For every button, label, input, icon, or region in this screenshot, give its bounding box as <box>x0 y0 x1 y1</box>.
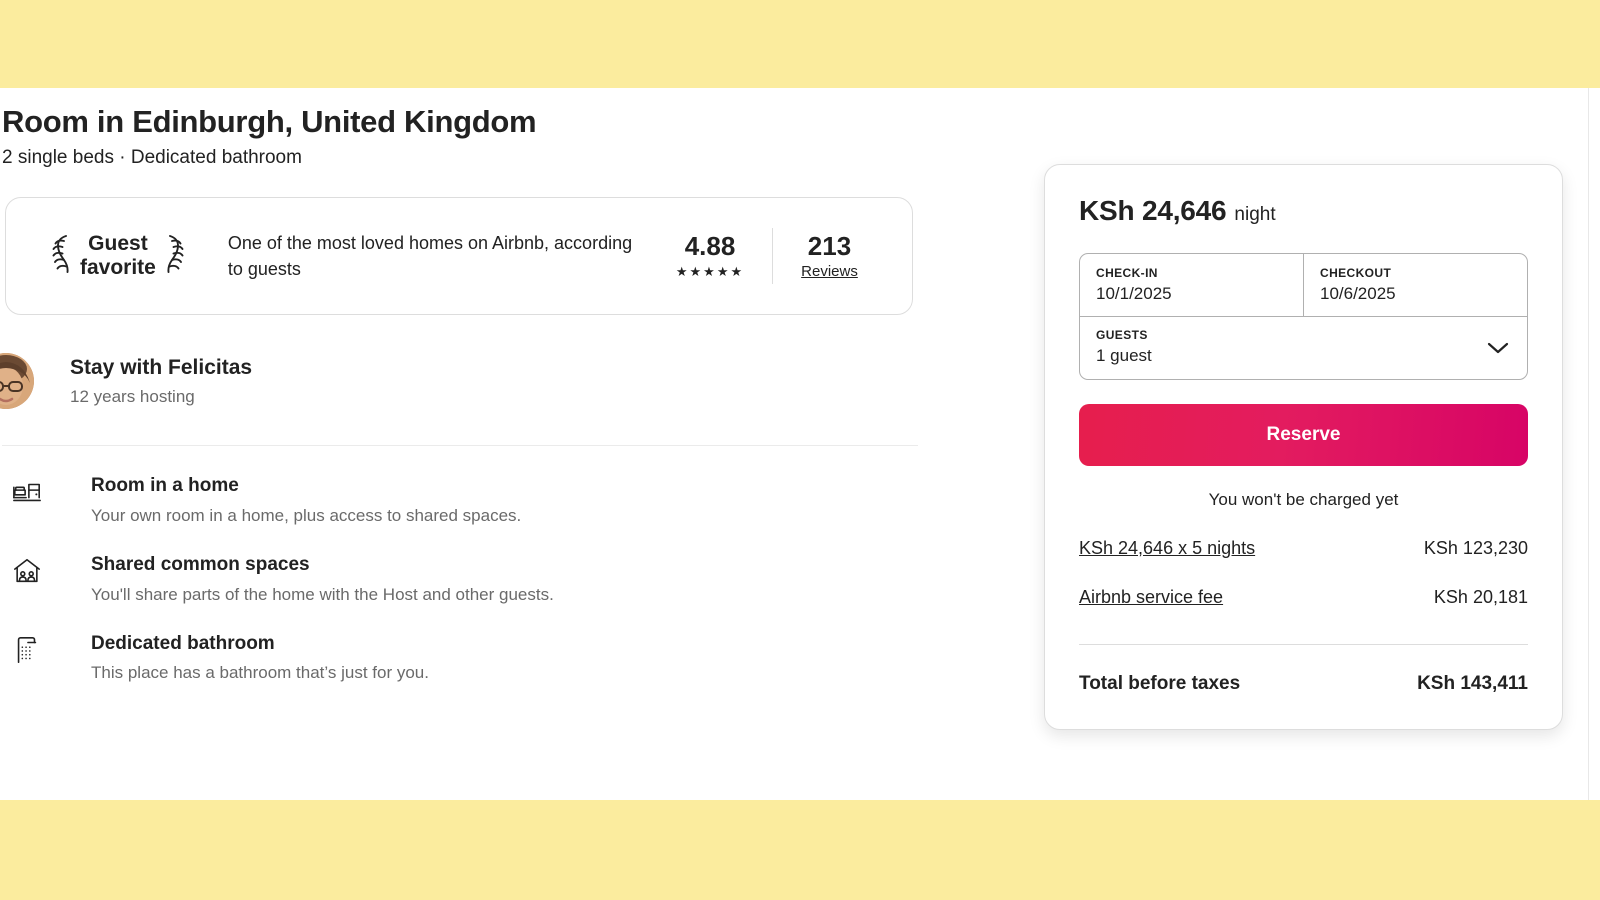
page-title: Room in Edinburgh, United Kingdom <box>2 104 537 139</box>
rating-block: 4.88 ★★★★★ <box>648 232 772 280</box>
list-item: Dedicated bathroom This place has a bath… <box>0 632 940 685</box>
list-item-body: Dedicated bathroom This place has a bath… <box>91 632 429 685</box>
feature-description: Your own room in a home, plus access to … <box>91 505 522 525</box>
dates-guests-box: CHECK-IN 10/1/2025 CHECKOUT 10/6/2025 GU… <box>1079 253 1528 380</box>
reviews-link[interactable]: Reviews <box>801 263 858 280</box>
feature-title: Shared common spaces <box>91 553 310 575</box>
guest-favorite-badge: Guest favorite <box>44 232 192 279</box>
table-row: Airbnb service fee KSh 20,181 <box>1079 587 1528 608</box>
reviews-block[interactable]: 213 Reviews <box>773 232 886 281</box>
fee-value: KSh 123,230 <box>1423 538 1528 558</box>
avatar[interactable] <box>0 353 34 409</box>
checkout-label: CHECKOUT <box>1320 266 1392 280</box>
guest-favorite-description: One of the most loved homes on Airbnb, a… <box>227 232 633 279</box>
feature-list: Room in a home Your own room in a home, … <box>0 474 940 685</box>
total-label: Total before taxes <box>1079 673 1241 694</box>
booking-card: KSh 24,646 night CHECK-IN 10/1/2025 CHEC… <box>1044 164 1563 730</box>
checkin-label: CHECK-IN <box>1096 266 1158 280</box>
feature-title: Dedicated bathroom <box>91 632 275 654</box>
feature-description: You'll share parts of the home with the … <box>91 584 554 604</box>
total-divider <box>1079 644 1528 645</box>
laurel-wreath-icon <box>44 233 74 280</box>
section-divider <box>2 445 918 446</box>
reserve-button[interactable]: Reserve <box>1079 404 1528 466</box>
page-viewport: Room in Edinburgh, United Kingdom 2 sing… <box>0 88 1588 800</box>
right-edge-rail <box>1588 88 1600 800</box>
price-line: KSh 24,646 night <box>1079 195 1528 227</box>
listing-subtitle: 2 single beds · Dedicated bathroom <box>2 147 302 168</box>
dates-row: CHECK-IN 10/1/2025 CHECKOUT 10/6/2025 <box>1080 254 1527 316</box>
list-item-body: Shared common spaces You'll share parts … <box>91 553 554 606</box>
total-value: KSh 143,411 <box>1417 673 1528 694</box>
guests-value: 1 guest <box>1096 346 1152 365</box>
fee-value: KSh 20,181 <box>1433 587 1528 607</box>
guest-favorite-card[interactable]: Guest favorite One of the most loved hom… <box>5 197 913 315</box>
host-row[interactable]: Stay with Felicitas 12 years hosting <box>0 353 940 409</box>
price-unit: night <box>1234 204 1276 225</box>
guests-field[interactable]: GUESTS 1 guest <box>1080 316 1527 379</box>
star-rating-icon: ★★★★★ <box>675 263 745 279</box>
rating-value: 4.88 <box>684 231 736 262</box>
reviews-count: 213 <box>807 230 852 261</box>
checkin-value: 10/1/2025 <box>1096 284 1172 303</box>
checkin-field[interactable]: CHECK-IN 10/1/2025 <box>1080 254 1303 316</box>
guest-favorite-label: Guest favorite <box>80 232 156 279</box>
shared-house-icon <box>12 556 46 591</box>
checkout-field[interactable]: CHECKOUT 10/6/2025 <box>1303 254 1527 316</box>
chevron-down-icon[interactable] <box>1487 341 1509 355</box>
no-charge-note: You won't be charged yet <box>1208 490 1399 509</box>
fee-label[interactable]: KSh 24,646 x 5 nights <box>1079 538 1255 559</box>
checkout-value: 10/6/2025 <box>1320 284 1396 303</box>
fee-label[interactable]: Airbnb service fee <box>1079 587 1223 608</box>
table-row: KSh 24,646 x 5 nights KSh 123,230 <box>1079 538 1528 559</box>
laurel-wreath-icon <box>162 233 192 280</box>
host-name: Stay with Felicitas <box>70 356 253 380</box>
price-amount: KSh 24,646 <box>1079 195 1227 226</box>
feature-description: This place has a bathroom that’s just fo… <box>91 663 429 683</box>
total-row: Total before taxes KSh 143,411 <box>1079 673 1528 729</box>
host-text: Stay with Felicitas 12 years hosting <box>70 355 252 406</box>
listing-details-column: Room in Edinburgh, United Kingdom 2 sing… <box>0 88 940 711</box>
host-tenure: 12 years hosting <box>70 386 195 406</box>
guests-label: GUESTS <box>1096 328 1148 342</box>
list-item: Room in a home Your own room in a home, … <box>0 474 940 527</box>
feature-title: Room in a home <box>91 475 239 496</box>
shower-bathroom-icon <box>12 635 46 670</box>
guests-cell: GUESTS 1 guest <box>1080 317 1487 379</box>
bed-room-icon <box>12 477 46 512</box>
list-item: Shared common spaces You'll share parts … <box>0 553 940 606</box>
list-item-body: Room in a home Your own room in a home, … <box>91 474 521 527</box>
